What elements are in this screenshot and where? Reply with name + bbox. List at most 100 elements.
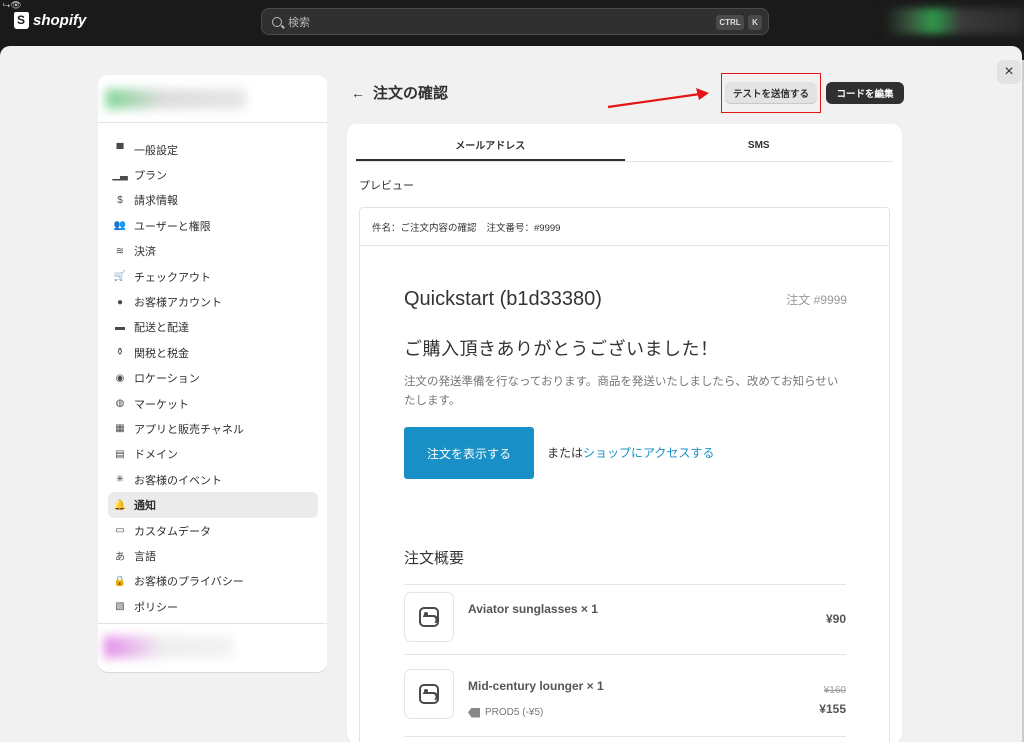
sidebar-item[interactable]: 🛒 チェックアウト — [108, 264, 318, 289]
sidebar-item-label: 配送と配達 — [134, 322, 189, 335]
sidebar-item[interactable]: ▀ 一般設定 — [108, 137, 318, 162]
search-input[interactable]: 検索 CTRL K — [261, 8, 769, 35]
truck-icon: ▬ — [115, 321, 125, 333]
cart-icon: 🛒 — [113, 271, 127, 283]
item-price: ¥90 — [825, 612, 846, 626]
line-item: Mid-century lounger × 1 ¥160 ¥155 PROD5 … — [404, 669, 846, 729]
sidebar-item[interactable]: あ言語 — [108, 543, 318, 568]
sidebar-item[interactable]: 🔔 通知 — [108, 492, 318, 518]
sidebar-item[interactable]: ≋ 決済 — [108, 239, 318, 264]
sidebar-item[interactable]: ▤ ドメイン — [108, 442, 318, 467]
or-text: または — [547, 446, 584, 460]
divider — [404, 584, 846, 585]
globe-icon: ◍ — [115, 398, 125, 410]
email-or-line: またはショップにアクセスする — [547, 444, 714, 461]
tab-sms[interactable]: SMS — [625, 130, 894, 161]
back-arrow-icon[interactable]: ← — [351, 85, 365, 101]
search-placeholder: 検索 — [288, 16, 310, 29]
search-icon — [272, 16, 282, 27]
subject-order-number: 注文番号：#9999 — [486, 222, 561, 234]
lock-icon: 🔒 — [113, 575, 127, 587]
sidebar-item-label: ポリシー — [134, 601, 178, 614]
person-icon: ● — [116, 296, 124, 308]
sidebar-item-label: 言語 — [134, 550, 156, 563]
tax-bag-icon: ⚱ — [115, 347, 125, 359]
user-profile[interactable] — [98, 623, 327, 672]
item-name: Aviator sunglasses × 1 — [468, 602, 598, 616]
sidebar-item-label: お客様のプライバシー — [134, 576, 244, 589]
channel-tabs: メールアドレス SMS — [356, 130, 893, 162]
discount-tag-icon — [468, 707, 480, 718]
product-thumbnail — [404, 669, 454, 719]
sidebar-item-label: チェックアウト — [134, 271, 211, 284]
location-pin-icon: ◉ — [115, 372, 125, 384]
store-selector[interactable] — [98, 75, 327, 123]
account-avatar[interactable] — [884, 8, 1024, 34]
language-icon: あ — [115, 552, 125, 564]
item-name: Mid-century lounger × 1 — [468, 679, 604, 693]
sidebar-item-label: ユーザーと権限 — [134, 220, 211, 233]
sidebar-item-label: お客様のイベント — [134, 474, 222, 487]
email-shop-name: Quickstart (b1d33380) — [404, 288, 602, 310]
shopify-bag-icon — [14, 12, 29, 29]
sidebar-item[interactable]: 🔒 お客様のプライバシー — [108, 569, 318, 594]
divider — [404, 736, 846, 737]
billing-icon: $ — [117, 194, 123, 206]
sidebar-item[interactable]: ⚱ 関税と税金 — [108, 340, 318, 365]
send-test-button[interactable]: テストを送信する — [725, 82, 817, 104]
sidebar-item-label: カスタムデータ — [134, 525, 211, 538]
brand-name: shopify — [33, 12, 87, 29]
sidebar-item[interactable]: ◉ ロケーション — [108, 366, 318, 391]
email-heading: ご購入頂きありがとうございました！ — [404, 339, 719, 359]
annotation-arrow-icon — [607, 88, 709, 109]
divider — [404, 654, 846, 655]
preview-label: プレビュー — [359, 180, 414, 192]
sidebar-item[interactable]: ▭ カスタムデータ — [108, 518, 318, 543]
shopify-logo[interactable]: shopify — [14, 12, 86, 29]
image-placeholder-icon — [419, 684, 439, 704]
domain-icon: ▤ — [115, 448, 125, 460]
discount-code: PROD5 (-¥5) — [485, 707, 544, 718]
close-button[interactable]: × — [997, 60, 1021, 84]
email-preview: 件名：ご注文内容の確認 注文番号：#9999 Quickstart (b1d33… — [359, 207, 890, 742]
sidebar-item[interactable]: ▬ 配送と配達 — [108, 315, 318, 340]
sidebar-item[interactable]: ● お客様アカウント — [108, 289, 318, 314]
apps-icon: ▦ — [115, 423, 125, 435]
sidebar-item-label: 請求情報 — [134, 195, 178, 208]
sidebar-item[interactable]: ▧ ポリシー — [108, 594, 318, 619]
sidebar-item-label: ロケーション — [134, 373, 200, 386]
view-order-button[interactable]: 注文を表示する — [404, 427, 534, 479]
events-icon: ✳ — [115, 474, 125, 486]
sidebar-item-label: お客様アカウント — [134, 297, 222, 310]
payments-icon: ≋ — [115, 245, 125, 257]
top-bar: ⮡👁 shopify 検索 CTRL K — [0, 0, 1024, 44]
image-placeholder-icon — [419, 607, 439, 627]
sidebar-item[interactable]: ✳ お客様のイベント — [108, 467, 318, 492]
edit-code-button[interactable]: コードを編集 — [826, 82, 904, 104]
sidebar-item[interactable]: ▁▃ プラン — [108, 162, 318, 187]
sidebar-item[interactable]: $ 請求情報 — [108, 188, 318, 213]
sidebar-item[interactable]: ◍ マーケット — [108, 391, 318, 416]
shortcut-k-key: K — [748, 15, 762, 30]
email-body-text: 注文の発送準備を行なっております。商品を発送いたしましたら、改めてお知らせいたし… — [404, 376, 839, 407]
shortcut-ctrl-key: CTRL — [716, 15, 744, 30]
sidebar-item-label: 一般設定 — [134, 144, 178, 157]
store-icon: ▀ — [116, 144, 124, 156]
sidebar-item[interactable]: ▦ アプリと販売チャネル — [108, 416, 318, 441]
tab-email[interactable]: メールアドレス — [356, 130, 625, 161]
settings-nav: ▀ 一般設定 ▁▃ プラン $ 請求情報 👥 ユーザーと権限 ≋ 決済 🛒 チェックアウト ● お客様アカ… — [108, 137, 318, 619]
sidebar-item-label: 関税と税金 — [134, 347, 189, 360]
custom-data-icon: ▭ — [115, 525, 125, 537]
plan-chart-icon: ▁▃ — [112, 169, 128, 181]
page-title: 注文の確認 — [373, 85, 449, 102]
sidebar-item-label: ドメイン — [134, 449, 178, 462]
page-header: ← 注文の確認 — [351, 82, 448, 103]
sidebar-item[interactable]: 👥 ユーザーと権限 — [108, 213, 318, 238]
email-subject: 件名：ご注文内容の確認 注文番号：#9999 — [360, 208, 889, 246]
subject-text: 件名：ご注文内容の確認 — [372, 222, 477, 234]
users-icon: 👥 — [113, 220, 127, 232]
order-summary-title: 注文概要 — [404, 550, 465, 567]
sidebar-item-label: 決済 — [134, 246, 156, 259]
visit-shop-link[interactable]: ショップにアクセスする — [583, 446, 714, 460]
email-order-number: 注文 #9999 — [786, 293, 847, 307]
